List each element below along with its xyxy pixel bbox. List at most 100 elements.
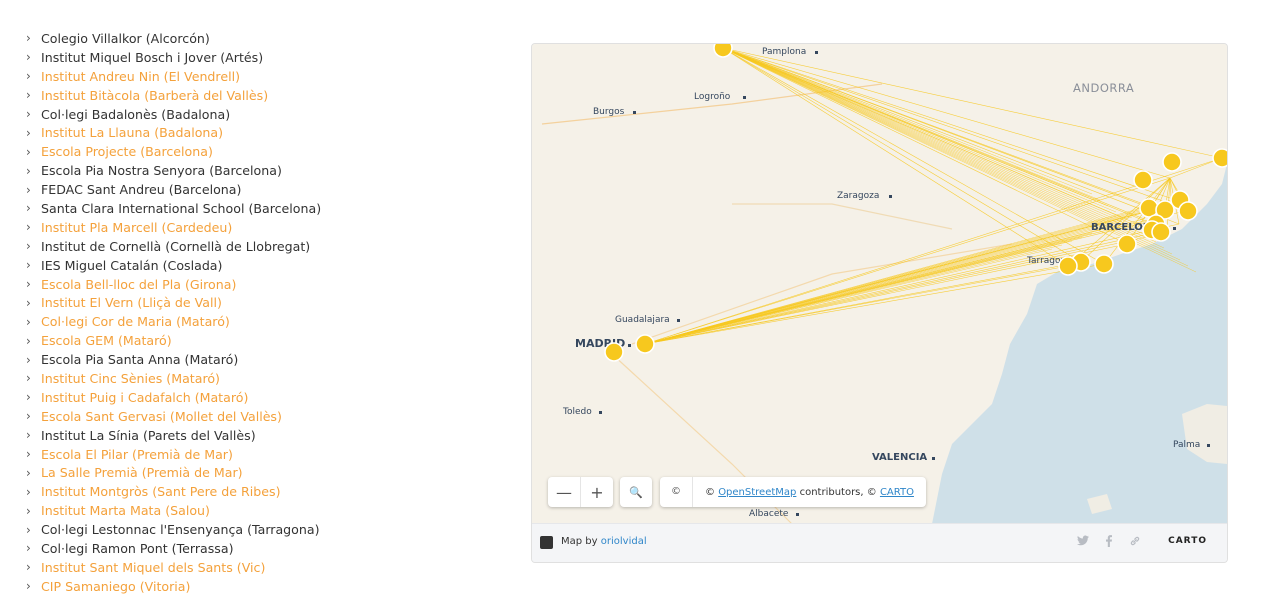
link-icon[interactable] (1128, 535, 1142, 549)
school-list-item[interactable]: › Institut La Llauna (Badalona) (26, 123, 321, 142)
school-label[interactable]: Escola GEM (Mataró) (41, 333, 172, 348)
school-label[interactable]: Institut Montgròs (Sant Pere de Ribes) (41, 484, 281, 499)
school-label[interactable]: Institut Andreu Nin (El Vendrell) (41, 69, 240, 84)
school-list-item: › FEDAC Sant Andreu (Barcelona) (26, 180, 321, 199)
school-label[interactable]: Escola El Pilar (Premià de Mar) (41, 447, 233, 462)
school-marker[interactable] (1212, 148, 1227, 168)
school-label[interactable]: Institut Marta Mata (Salou) (41, 503, 210, 518)
osm-link[interactable]: OpenStreetMap (718, 487, 796, 498)
school-list-item[interactable]: › Escola GEM (Mataró) (26, 331, 321, 350)
city-dot (796, 513, 799, 516)
carto-link[interactable]: CARTO (880, 487, 914, 498)
school-list-item[interactable]: › Institut Sant Miquel dels Sants (Vic) (26, 558, 321, 577)
school-marker[interactable] (1117, 234, 1137, 254)
school-marker[interactable] (713, 44, 733, 58)
city-label: Palma (1173, 440, 1200, 450)
school-list-item[interactable]: › Institut Puig i Cadafalch (Mataró) (26, 388, 321, 407)
plus-icon[interactable]: + (580, 477, 613, 507)
twitter-icon[interactable] (1076, 535, 1090, 549)
facebook-icon[interactable] (1102, 535, 1116, 549)
school-list-item[interactable]: › Institut Andreu Nin (El Vendrell) (26, 67, 321, 86)
school-marker[interactable] (1151, 222, 1171, 242)
school-list-item: › Santa Clara International School (Barce… (26, 199, 321, 218)
region-label-andorra: ANDORRA (1073, 81, 1134, 95)
school-label: Santa Clara International School (Barcel… (41, 200, 322, 216)
chevron-right-icon: › (26, 465, 31, 480)
chevron-right-icon: › (26, 258, 31, 273)
chevron-right-icon: › (26, 239, 31, 254)
chevron-right-icon: › (26, 409, 31, 424)
school-list-item[interactable]: › Institut Marta Mata (Salou) (26, 501, 321, 520)
school-list-item[interactable]: › Col·legi Cor de Maria (Mataró) (26, 312, 321, 331)
school-list-item[interactable]: › Institut Cinc Sènies (Mataró) (26, 369, 321, 388)
school-label: IES Miguel Catalán (Coslada) (41, 257, 223, 273)
school-label[interactable]: Institut Bitàcola (Barberà del Vallès) (41, 88, 268, 103)
city-dot (932, 457, 935, 460)
school-list-item: › Col·legi Ramon Pont (Terrassa) (26, 539, 321, 558)
school-list-item: › Institut de Cornellà (Cornellà de Llobr… (26, 237, 321, 256)
copyright-icon[interactable]: © (660, 477, 693, 507)
school-marker[interactable] (1058, 256, 1078, 276)
school-list-item[interactable]: › Institut Pla Marcell (Cardedeu) (26, 218, 321, 237)
school-list-item[interactable]: › Escola El Pilar (Premià de Mar) (26, 445, 321, 464)
school-list-item[interactable]: › La Salle Premià (Premià de Mar) (26, 463, 321, 482)
search-icon[interactable]: 🔍 (620, 477, 652, 507)
city-label: Logroño (694, 92, 731, 102)
school-marker[interactable] (604, 342, 624, 362)
city-label: Burgos (593, 107, 625, 117)
school-label: Col·legi Badalonès (Badalona) (41, 106, 231, 122)
school-label[interactable]: Institut La Llauna (Badalona) (41, 125, 223, 140)
map-canvas[interactable]: PamplonaLogroñoBurgosZaragozaBARCELONATa… (532, 44, 1227, 524)
chevron-right-icon: › (26, 182, 31, 197)
chevron-right-icon: › (26, 144, 31, 159)
school-label[interactable]: Escola Sant Gervasi (Mollet del Vallès) (41, 409, 282, 424)
city-dot (633, 111, 636, 114)
chevron-right-icon: › (26, 69, 31, 84)
school-marker[interactable] (635, 334, 655, 354)
school-label[interactable]: Escola Bell-lloc del Pla (Girona) (41, 277, 236, 292)
city-dot (889, 195, 892, 198)
school-label[interactable]: La Salle Premià (Premià de Mar) (41, 465, 243, 480)
school-list-item[interactable]: › Escola Sant Gervasi (Mollet del Vallès) (26, 407, 321, 426)
school-list-item[interactable]: › Escola Projecte (Barcelona) (26, 142, 321, 161)
chevron-right-icon: › (26, 333, 31, 348)
school-label[interactable]: Institut El Vern (Lliçà de Vall) (41, 295, 222, 310)
chevron-right-icon: › (26, 541, 31, 556)
school-marker[interactable] (1178, 201, 1198, 221)
school-label: Institut La Sínia (Parets del Vallès) (41, 427, 256, 443)
city-label: Zaragoza (837, 191, 879, 201)
attribution-box: © © OpenStreetMap contributors, © CARTO (660, 477, 926, 507)
zoom-controls: — + (548, 477, 613, 507)
school-label[interactable]: CIP Samaniego (Vitoria) (41, 579, 190, 594)
school-list-item: › Colegio Villalkor (Alcorcón) (26, 29, 321, 48)
author-link[interactable]: oriolvidal (601, 536, 647, 547)
chevron-right-icon: › (26, 314, 31, 329)
school-list-item[interactable]: › Institut Montgròs (Sant Pere de Ribes) (26, 482, 321, 501)
school-marker[interactable] (1094, 254, 1114, 274)
school-label[interactable]: Institut Puig i Cadafalch (Mataró) (41, 390, 248, 405)
school-list-item[interactable]: › Institut El Vern (Lliçà de Vall) (26, 293, 321, 312)
school-list-item[interactable]: › Institut Bitàcola (Barberà del Vallès) (26, 86, 321, 105)
city-dot (1173, 227, 1176, 230)
school-label: Col·legi Lestonnac l'Ensenyança (Tarrago… (41, 522, 320, 538)
school-marker[interactable] (1162, 152, 1182, 172)
search-control: 🔍 (620, 477, 652, 507)
school-list-item: › IES Miguel Catalán (Coslada) (26, 256, 321, 275)
map-widget[interactable]: Pamplona Logroño Burgos Zaragoza BARCELONA Ta… (531, 43, 1228, 563)
school-label[interactable]: Escola Projecte (Barcelona) (41, 144, 213, 159)
school-list-item: › Institut La Sínia (Parets del Vallès) (26, 426, 321, 445)
school-marker[interactable] (1133, 170, 1153, 190)
school-list-item[interactable]: › Escola Bell-lloc del Pla (Girona) (26, 275, 321, 294)
school-list-item[interactable]: › CIP Samaniego (Vitoria) (26, 577, 321, 596)
school-label[interactable]: Institut Cinc Sènies (Mataró) (41, 371, 220, 386)
school-label[interactable]: Col·legi Cor de Maria (Mataró) (41, 314, 230, 329)
city-dot (599, 411, 602, 414)
school-label[interactable]: Institut Sant Miquel dels Sants (Vic) (41, 560, 265, 575)
chevron-right-icon: › (26, 50, 31, 65)
school-label: FEDAC Sant Andreu (Barcelona) (41, 182, 242, 198)
minus-icon[interactable]: — (548, 477, 580, 507)
attribution-prefix: © (705, 486, 715, 498)
carto-logo[interactable]: CARTO (1168, 536, 1207, 546)
school-label[interactable]: Institut Pla Marcell (Cardedeu) (41, 220, 232, 235)
chevron-right-icon: › (26, 390, 31, 405)
